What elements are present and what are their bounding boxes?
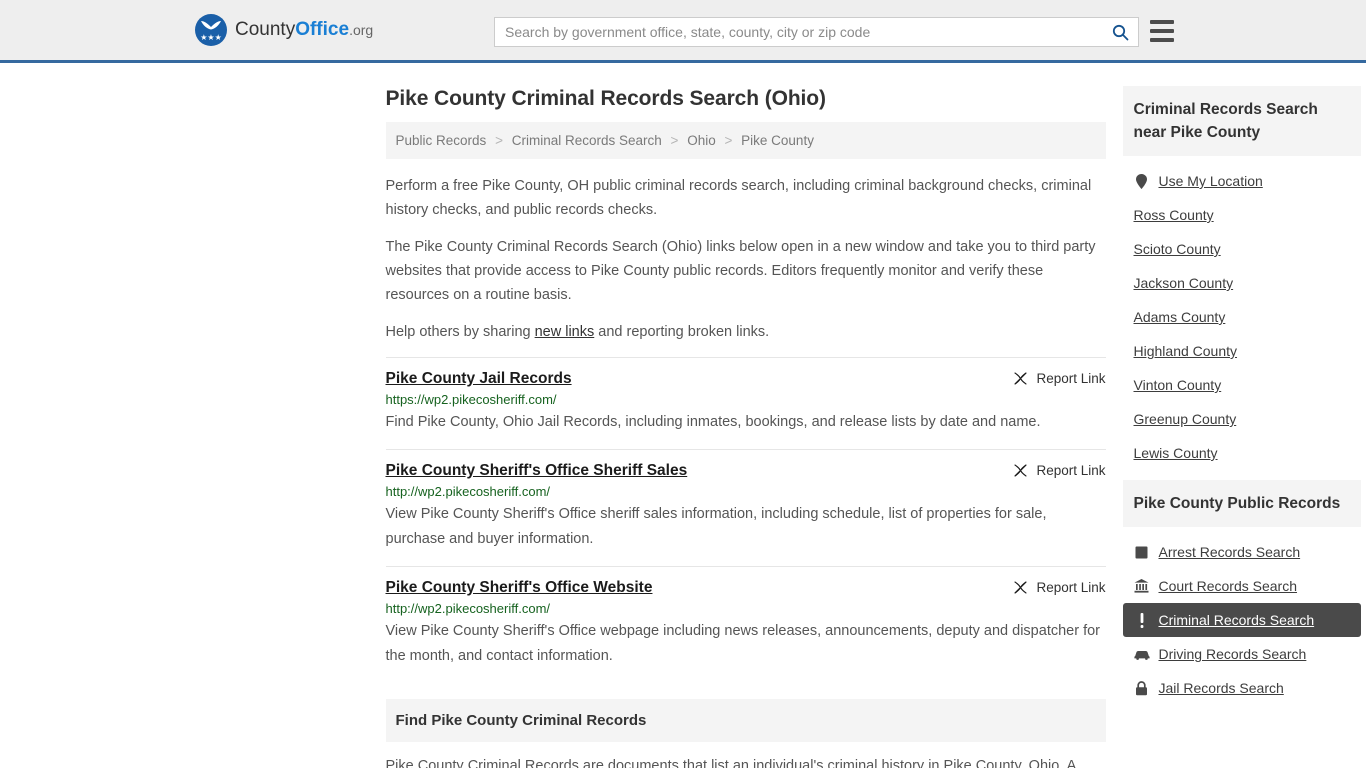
sidebar-item-label[interactable]: Greenup County (1134, 411, 1237, 427)
sidebar-item-arrest-records-search[interactable]: Arrest Records Search (1123, 535, 1361, 569)
intro-paragraph-2: The Pike County Criminal Records Search … (385, 239, 1096, 303)
logo-text-org: .org (349, 22, 374, 38)
intro-text: Perform a free Pike County, OH public cr… (386, 174, 1106, 344)
sidebar-item-label[interactable]: Ross County (1134, 207, 1214, 223)
public-records-box: Pike County Public Records Arrest Record… (1122, 480, 1361, 705)
result-url[interactable]: http://wp2.pikecosheriff.com/ (386, 484, 1106, 499)
sidebar-item-vinton-county[interactable]: Vinton County (1123, 368, 1361, 402)
sidebar-item-jail-records-search[interactable]: Jail Records Search (1123, 671, 1361, 705)
new-links-link[interactable]: new links (535, 324, 595, 340)
courthouse-icon (1134, 578, 1150, 594)
public-records-list: Arrest Records Search Court Records Sear… (1122, 527, 1361, 705)
main-content: Pike County Criminal Records Search (Ohi… (385, 63, 1106, 768)
search-bar[interactable] (494, 17, 1139, 47)
sidebar-item-label[interactable]: Jail Records Search (1159, 680, 1284, 696)
breadcrumb: Public Records > Criminal Records Search… (385, 122, 1106, 159)
report-link-label: Report Link (1036, 371, 1106, 386)
broken-link-icon (1014, 581, 1027, 594)
report-link-label: Report Link (1036, 580, 1106, 595)
search-button[interactable] (1102, 18, 1138, 46)
result-entry: Pike County Sheriff's Office Website Rep… (385, 566, 1106, 683)
sidebar-item-label[interactable]: Arrest Records Search (1159, 544, 1301, 560)
sidebar-item-lewis-county[interactable]: Lewis County (1123, 436, 1361, 470)
car-icon (1133, 646, 1150, 662)
sidebar-item-label[interactable]: Scioto County (1134, 241, 1221, 257)
map-pin-icon (1134, 173, 1150, 189)
site-logo[interactable]: ★★★ CountyOffice.org (195, 14, 373, 46)
sidebar-item-scioto-county[interactable]: Scioto County (1123, 232, 1361, 266)
breadcrumb-item-public-records[interactable]: Public Records (396, 133, 487, 148)
page-body: Pike County Criminal Records Search (Ohi… (0, 63, 1366, 768)
result-description: View Pike County Sheriff's Office webpag… (385, 623, 1101, 664)
sidebar-item-label[interactable]: Court Records Search (1159, 578, 1298, 594)
sidebar-item-criminal-records-search[interactable]: Criminal Records Search (1122, 603, 1361, 637)
broken-link-icon (1014, 464, 1027, 477)
intro-paragraph-1: Perform a free Pike County, OH public cr… (385, 178, 1092, 218)
report-link-button[interactable]: Report Link (1013, 579, 1106, 595)
nearby-search-heading: Criminal Records Search near Pike County (1122, 86, 1361, 156)
eagle-shield-logo-icon: ★★★ (195, 14, 227, 46)
sidebar-item-adams-county[interactable]: Adams County (1123, 300, 1361, 334)
sidebar-item-ross-county[interactable]: Ross County (1123, 198, 1361, 232)
logo-stars-icon: ★★★ (200, 33, 222, 42)
breadcrumb-separator: > (670, 133, 679, 148)
fingerprint-icon (1134, 544, 1150, 560)
eagle-wing-icon (201, 21, 221, 30)
sidebar-item-label[interactable]: Criminal Records Search (1159, 612, 1315, 628)
share-text-after: and reporting broken links. (594, 324, 770, 340)
result-title-link[interactable]: Pike County Sheriff's Office Sheriff Sal… (386, 462, 688, 480)
result-entry: Pike County Jail Records Report Link htt… (385, 357, 1106, 449)
sidebar-item-label[interactable]: Highland County (1134, 343, 1238, 359)
logo-text-county: County (235, 19, 296, 40)
result-title-link[interactable]: Pike County Sheriff's Office Website (386, 579, 653, 597)
breadcrumb-item-ohio[interactable]: Ohio (687, 133, 716, 148)
result-title-link[interactable]: Pike County Jail Records (386, 370, 572, 388)
site-logo-text: CountyOffice.org (235, 19, 373, 41)
nearby-search-box: Criminal Records Search near Pike County… (1122, 86, 1361, 470)
breadcrumb-item-criminal-records-search[interactable]: Criminal Records Search (512, 133, 662, 148)
result-url[interactable]: http://wp2.pikecosheriff.com/ (386, 601, 1106, 616)
sidebar-item-use-my-location[interactable]: Use My Location (1123, 164, 1361, 198)
result-entry: Pike County Sheriff's Office Sheriff Sal… (385, 449, 1106, 566)
find-records-heading: Find Pike County Criminal Records (385, 699, 1106, 742)
sidebar-item-driving-records-search[interactable]: Driving Records Search (1123, 637, 1361, 671)
search-input[interactable] (495, 18, 1102, 46)
search-icon (1112, 24, 1128, 40)
page-title: Pike County Criminal Records Search (Ohi… (385, 87, 827, 110)
exclamation-icon (1134, 612, 1150, 628)
find-records-body: Pike County Criminal Records are documen… (385, 758, 1077, 768)
result-description: Find Pike County, Ohio Jail Records, inc… (385, 414, 1041, 430)
share-text-before: Help others by sharing (385, 324, 535, 340)
sidebar-item-label[interactable]: Vinton County (1134, 377, 1222, 393)
sidebar-item-highland-county[interactable]: Highland County (1123, 334, 1361, 368)
public-records-heading: Pike County Public Records (1122, 480, 1361, 527)
report-link-label: Report Link (1036, 463, 1106, 478)
hamburger-menu-icon[interactable] (1150, 20, 1174, 42)
nearby-county-list: Use My Location Ross County Scioto Count… (1123, 156, 1361, 470)
breadcrumb-item-pike-county[interactable]: Pike County (741, 133, 814, 148)
sidebar-item-label[interactable]: Driving Records Search (1159, 646, 1307, 662)
report-link-button[interactable]: Report Link (1013, 370, 1106, 386)
result-url[interactable]: https://wp2.pikecosheriff.com/ (386, 392, 1106, 407)
lock-icon (1134, 680, 1150, 696)
logo-text-office: Office (295, 19, 350, 40)
sidebar: Criminal Records Search near Pike County… (1122, 63, 1361, 768)
intro-paragraph-3: Help others by sharing new links and rep… (386, 320, 1106, 344)
broken-link-icon (1014, 372, 1027, 385)
sidebar-item-label[interactable]: Adams County (1134, 309, 1226, 325)
sidebar-item-court-records-search[interactable]: Court Records Search (1123, 569, 1361, 603)
result-description: View Pike County Sheriff's Office sherif… (385, 506, 1047, 547)
site-header: ★★★ CountyOffice.org (0, 0, 1366, 63)
breadcrumb-separator: > (495, 133, 503, 148)
sidebar-item-label[interactable]: Jackson County (1134, 275, 1234, 291)
sidebar-item-label[interactable]: Lewis County (1134, 445, 1218, 461)
breadcrumb-separator: > (724, 133, 733, 148)
sidebar-item-jackson-county[interactable]: Jackson County (1123, 266, 1361, 300)
sidebar-item-label[interactable]: Use My Location (1159, 173, 1263, 189)
report-link-button[interactable]: Report Link (1013, 462, 1106, 478)
sidebar-item-greenup-county[interactable]: Greenup County (1123, 402, 1361, 436)
